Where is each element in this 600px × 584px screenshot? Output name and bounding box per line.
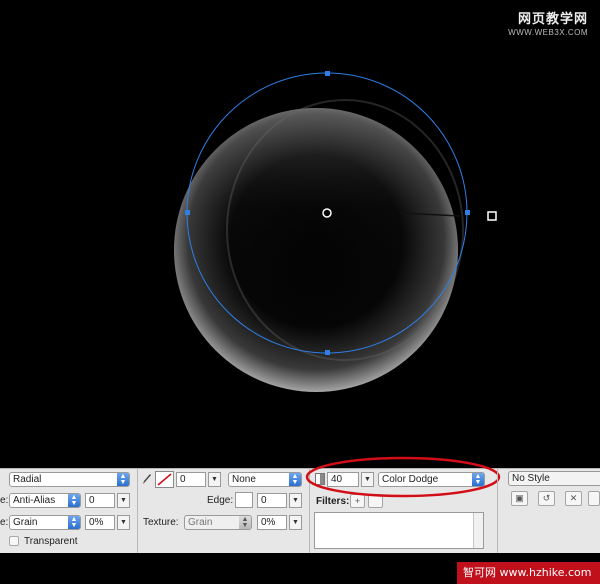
new-style-button[interactable]: ▣ bbox=[511, 491, 528, 506]
redefine-style-icon: ↺ bbox=[542, 493, 551, 503]
document-canvas[interactable]: 网页教学网 WWW.WEB3X.COM bbox=[0, 0, 600, 468]
style-value: No Style bbox=[512, 473, 550, 484]
stroke-edge-label: Edge: bbox=[207, 495, 234, 506]
stroke-type-value: None bbox=[232, 474, 256, 485]
select-arrows-icon: ▲ ▼ bbox=[239, 516, 251, 529]
select-arrows-icon: ▲ ▼ bbox=[289, 473, 301, 486]
stroke-edge-field[interactable]: 0 bbox=[257, 493, 287, 508]
stroke-type-select[interactable]: None ▲ ▼ bbox=[228, 472, 302, 487]
fill-texture-dropdown[interactable]: ▼ bbox=[117, 515, 130, 530]
property-inspector: Radial ▲ ▼ e: Anti-Alias ▲ ▼ 0 ▼ e: Grain … bbox=[0, 456, 600, 554]
filters-list[interactable] bbox=[314, 512, 484, 549]
stroke-texture-value: Grain bbox=[188, 517, 213, 528]
transparent-label: Transparent bbox=[24, 536, 78, 547]
transparent-checkbox[interactable] bbox=[9, 536, 19, 546]
stroke-size-field[interactable]: 0 bbox=[176, 472, 206, 487]
bottom-bar: 智可网 www.hzhike.com bbox=[0, 553, 600, 584]
watermark-url: WWW.WEB3X.COM bbox=[508, 28, 588, 37]
artwork bbox=[174, 71, 497, 392]
redefine-style-button[interactable]: ↺ bbox=[538, 491, 555, 506]
stroke-edge-dropdown[interactable]: ▼ bbox=[289, 493, 302, 508]
fill-feather-field[interactable]: 0 bbox=[85, 493, 115, 508]
sphere-top-highlight bbox=[174, 108, 458, 392]
style-options-button[interactable] bbox=[588, 491, 600, 506]
path-anchor-right[interactable] bbox=[465, 210, 470, 215]
filters-scrollbar[interactable] bbox=[473, 513, 483, 548]
watermark: 网页教学网 WWW.WEB3X.COM bbox=[508, 8, 588, 37]
fill-edge-select[interactable]: Anti-Alias ▲ ▼ bbox=[9, 493, 81, 508]
stroke-color-swatch[interactable] bbox=[155, 471, 174, 488]
stroke-texture-label: Texture: bbox=[143, 517, 179, 528]
fill-texture-value: Grain bbox=[13, 517, 38, 528]
path-anchor-left[interactable] bbox=[185, 210, 190, 215]
highlight-annotation-ellipse bbox=[305, 456, 501, 498]
select-arrows-icon: ▲ ▼ bbox=[68, 516, 80, 529]
stroke-size-dropdown[interactable]: ▼ bbox=[208, 472, 221, 487]
break-link-icon: ✕ bbox=[569, 493, 578, 503]
fill-edge-value: Anti-Alias bbox=[13, 495, 56, 506]
fill-texture-label: e: bbox=[0, 517, 9, 528]
fill-type-value: Radial bbox=[13, 474, 42, 485]
path-anchor-bottom[interactable] bbox=[325, 350, 330, 355]
fill-texture-amount[interactable]: 0% bbox=[85, 515, 115, 530]
stroke-texture-amount[interactable]: 0% bbox=[257, 515, 287, 530]
path-anchor-top[interactable] bbox=[325, 71, 330, 76]
style-select[interactable]: No Style bbox=[508, 471, 600, 486]
gradient-end-handle[interactable] bbox=[487, 211, 497, 221]
break-style-link-button[interactable]: ✕ bbox=[565, 491, 582, 506]
gradient-center-handle[interactable] bbox=[322, 208, 332, 218]
section-divider bbox=[497, 469, 498, 554]
fill-feather-dropdown[interactable]: ▼ bbox=[117, 493, 130, 508]
fill-edge-label: e: bbox=[0, 495, 9, 506]
stroke-texture-select[interactable]: Grain ▲ ▼ bbox=[184, 515, 252, 530]
pencil-icon bbox=[142, 473, 152, 485]
fill-texture-select[interactable]: Grain ▲ ▼ bbox=[9, 515, 81, 530]
fill-type-select[interactable]: Radial ▲ ▼ bbox=[9, 472, 130, 487]
new-style-icon: ▣ bbox=[515, 493, 524, 503]
select-arrows-icon: ▲ ▼ bbox=[117, 473, 129, 486]
stroke-edge-swatch[interactable] bbox=[235, 492, 253, 508]
site-watermark: 智可网 www.hzhike.com bbox=[457, 562, 600, 584]
select-arrows-icon: ▲ ▼ bbox=[68, 494, 80, 507]
stroke-texture-dropdown[interactable]: ▼ bbox=[289, 515, 302, 530]
section-divider bbox=[137, 469, 138, 554]
watermark-title: 网页教学网 bbox=[517, 11, 588, 26]
